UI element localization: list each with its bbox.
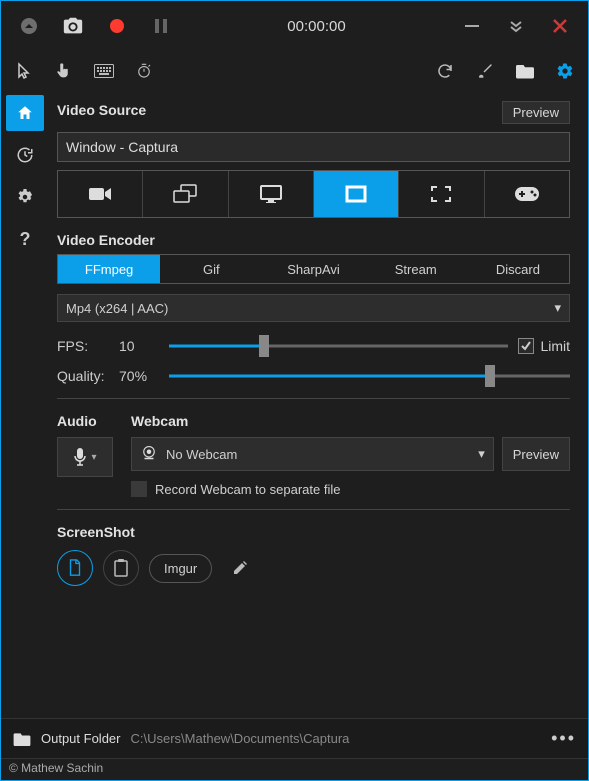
video-source-selected: Window - Captura <box>66 139 178 155</box>
source-game[interactable] <box>485 171 569 217</box>
video-source-mode-grid <box>57 170 570 218</box>
fps-limit-checkbox[interactable]: Limit <box>518 338 570 354</box>
expand-down-button[interactable] <box>496 6 536 46</box>
left-nav-rail: ? <box>1 91 49 718</box>
audio-title: Audio <box>57 413 113 429</box>
webcam-separate-file-checkbox[interactable]: Record Webcam to separate file <box>131 481 570 497</box>
brush-icon[interactable] <box>466 53 504 89</box>
pause-button[interactable] <box>141 6 181 46</box>
minimize-button[interactable] <box>452 6 492 46</box>
mic-icon <box>73 447 87 467</box>
record-timer: 00:00:00 <box>185 18 448 35</box>
encoder-tabs: FFmpeg Gif SharpAvi Stream Discard <box>57 254 570 284</box>
divider <box>57 398 570 399</box>
webcam-icon <box>140 445 158 463</box>
copyright: © Mathew Sachin <box>1 758 588 780</box>
screenshot-title: ScreenShot <box>57 524 570 540</box>
chevron-down-icon: ▾ <box>91 452 96 463</box>
screenshot-imgur-button[interactable]: Imgur <box>149 554 212 583</box>
source-region[interactable] <box>314 171 399 217</box>
screenshot-edit-button[interactable] <box>222 550 258 586</box>
collapse-button[interactable] <box>9 6 49 46</box>
footer-bar: Output Folder C:\Users\Mathew\Documents\… <box>1 718 588 758</box>
chevron-down-icon: ▾ <box>478 446 485 462</box>
nav-home[interactable] <box>6 95 44 131</box>
screenshot-disk-button[interactable] <box>57 550 93 586</box>
svg-text:?: ? <box>20 229 31 249</box>
video-source-dropdown[interactable]: Window - Captura <box>57 132 570 162</box>
encoder-tab-sharpavi[interactable]: SharpAvi <box>262 255 364 283</box>
output-folder-label: Output Folder <box>41 731 121 746</box>
video-source-title: Video Source <box>57 102 146 118</box>
codec-dropdown[interactable]: Mp4 (x264 | AAC) ▾ <box>57 294 570 322</box>
screenshot-button[interactable] <box>53 6 93 46</box>
click-icon[interactable] <box>45 53 83 89</box>
fps-slider[interactable] <box>169 338 508 354</box>
timer-icon[interactable] <box>125 53 163 89</box>
fps-value: 10 <box>119 338 159 354</box>
quality-value: 70% <box>119 368 159 384</box>
nav-history[interactable] <box>6 137 44 173</box>
webcam-preview-button[interactable]: Preview <box>502 437 570 471</box>
source-monitor[interactable] <box>229 171 314 217</box>
fps-label: FPS: <box>57 338 109 354</box>
source-camera[interactable] <box>58 171 143 217</box>
more-options-button[interactable]: ••• <box>551 728 576 749</box>
screenshot-clipboard-button[interactable] <box>103 550 139 586</box>
quality-label: Quality: <box>57 368 109 384</box>
webcam-dropdown[interactable]: No Webcam ▾ <box>131 437 494 471</box>
encoder-tab-stream[interactable]: Stream <box>365 255 467 283</box>
refresh-icon[interactable] <box>426 53 464 89</box>
nav-settings[interactable] <box>6 179 44 215</box>
content-panel: Video Source Preview Window - Captura <box>49 91 588 718</box>
video-preview-button[interactable]: Preview <box>502 101 570 124</box>
settings-icon[interactable] <box>546 53 584 89</box>
divider <box>57 509 570 510</box>
encoder-tab-gif[interactable]: Gif <box>160 255 262 283</box>
quality-slider[interactable] <box>169 368 570 384</box>
nav-help[interactable]: ? <box>6 221 44 257</box>
output-folder-path: C:\Users\Mathew\Documents\Captura <box>131 731 542 746</box>
encoder-tab-discard[interactable]: Discard <box>467 255 569 283</box>
webcam-title: Webcam <box>131 413 570 429</box>
main-area: ? Video Source Preview Window - Captura <box>1 91 588 718</box>
video-encoder-title: Video Encoder <box>57 232 570 248</box>
close-button[interactable] <box>540 6 580 46</box>
source-screen[interactable] <box>143 171 228 217</box>
encoder-tab-ffmpeg[interactable]: FFmpeg <box>58 255 160 283</box>
folder-icon[interactable] <box>506 53 544 89</box>
checkbox-icon <box>131 481 147 497</box>
cursor-icon[interactable] <box>5 53 43 89</box>
source-fullscreen[interactable] <box>399 171 484 217</box>
titlebar: 00:00:00 <box>1 1 588 51</box>
chevron-down-icon: ▾ <box>554 300 561 316</box>
audio-source-selector[interactable]: ▾ <box>57 437 113 477</box>
webcam-selected: No Webcam <box>166 447 237 462</box>
fps-limit-label: Limit <box>540 338 570 354</box>
folder-icon[interactable] <box>13 732 31 746</box>
toolbar <box>1 51 588 91</box>
codec-selected: Mp4 (x264 | AAC) <box>66 301 168 316</box>
record-button[interactable] <box>97 6 137 46</box>
keyboard-icon[interactable] <box>85 53 123 89</box>
webcam-separate-label: Record Webcam to separate file <box>155 482 340 497</box>
